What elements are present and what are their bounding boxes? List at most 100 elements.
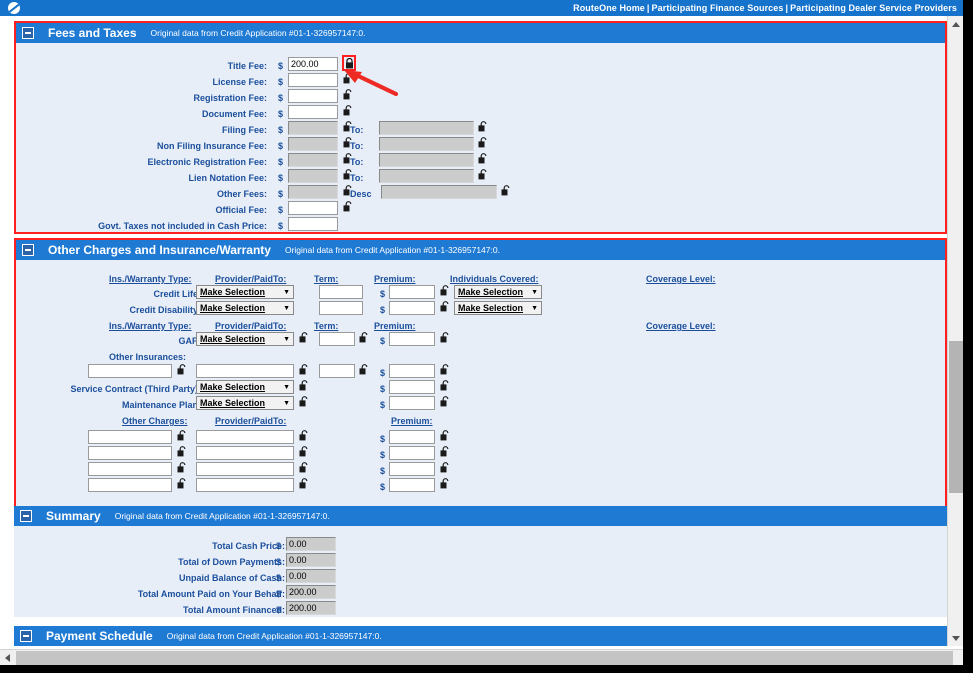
input-other-charge-premium-4[interactable] <box>389 478 435 492</box>
collapse-toggle-payment-schedule[interactable] <box>20 630 32 642</box>
select-credit-life-provider[interactable]: Make Selection ▼ <box>196 285 294 299</box>
lock-toggle-other-charge-name-1[interactable] <box>177 430 186 441</box>
lock-toggle-other-charge-premium-4[interactable] <box>440 478 449 489</box>
select-credit-life-individuals[interactable]: Make Selection ▼ <box>454 285 542 299</box>
lock-toggle-other-insurance-name[interactable] <box>177 364 186 375</box>
collapse-toggle-other-charges[interactable] <box>22 244 34 256</box>
input-registration-fee[interactable] <box>288 89 338 103</box>
lock-toggle-maintenance-plan-provider[interactable] <box>299 396 308 407</box>
lock-toggle-maintenance-plan-premium[interactable] <box>440 396 449 407</box>
select-gap-provider[interactable]: Make Selection ▼ <box>196 332 294 346</box>
input-credit-life-premium[interactable] <box>389 285 435 299</box>
lock-toggle-other-charge-name-4[interactable] <box>177 478 186 489</box>
collapse-toggle-summary[interactable] <box>20 510 32 522</box>
lock-toggle-other-charge-provider-3[interactable] <box>299 462 308 473</box>
input-other-charge-premium-3[interactable] <box>389 462 435 476</box>
input-other-fees[interactable] <box>288 185 338 199</box>
lock-toggle-non-filing-insurance-fee-to[interactable] <box>478 137 487 148</box>
input-electronic-registration-fee[interactable] <box>288 153 338 167</box>
lock-toggle-other-charge-premium-3[interactable] <box>440 462 449 473</box>
input-other-insurance-provider[interactable] <box>196 364 294 378</box>
scroll-left-button[interactable] <box>0 650 14 666</box>
lock-toggle-gap-provider[interactable] <box>299 332 308 343</box>
input-credit-life-term[interactable] <box>319 285 363 299</box>
input-other-charge-provider-1[interactable] <box>196 430 294 444</box>
collapse-toggle-fees-and-taxes[interactable] <box>22 27 34 39</box>
input-other-charge-premium-2[interactable] <box>389 446 435 460</box>
input-non-filing-insurance-fee[interactable] <box>288 137 338 151</box>
vertical-scrollbar[interactable] <box>947 16 963 646</box>
vertical-scroll-thumb[interactable] <box>949 341 963 493</box>
input-official-fee[interactable] <box>288 201 338 215</box>
input-non-filing-insurance-fee-to[interactable] <box>379 137 474 151</box>
input-other-insurance-name[interactable] <box>88 364 172 378</box>
input-other-insurance-premium[interactable] <box>389 364 435 378</box>
lock-toggle-electronic-registration-fee-to[interactable] <box>478 153 487 164</box>
lock-toggle-other-charge-provider-4[interactable] <box>299 478 308 489</box>
input-electronic-registration-fee-to[interactable] <box>379 153 474 167</box>
lock-toggle-document-fee[interactable] <box>343 105 352 116</box>
lock-toggle-other-charge-provider-2[interactable] <box>299 446 308 457</box>
lock-toggle-title-fee[interactable] <box>342 55 356 71</box>
select-credit-disability-individuals[interactable]: Make Selection ▼ <box>454 301 542 315</box>
input-other-fees-desc[interactable] <box>381 185 497 199</box>
input-credit-disability-term[interactable] <box>319 301 363 315</box>
lock-toggle-other-insurance-premium[interactable] <box>440 364 449 375</box>
input-filing-fee[interactable] <box>288 121 338 135</box>
input-service-contract-premium[interactable] <box>389 380 435 394</box>
input-other-insurance-term[interactable] <box>319 364 355 378</box>
input-license-fee[interactable] <box>288 73 338 87</box>
lock-toggle-registration-fee[interactable] <box>343 89 352 100</box>
lock-toggle-official-fee[interactable] <box>343 201 352 212</box>
lock-toggle-other-fees-desc[interactable] <box>501 185 510 196</box>
scroll-down-button[interactable] <box>948 630 964 646</box>
lock-toggle-gap-premium[interactable] <box>440 332 449 343</box>
lock-toggle-credit-life-premium[interactable] <box>440 285 449 296</box>
input-unpaid-balance-of-cash[interactable] <box>286 569 336 583</box>
lock-toggle-service-contract-premium[interactable] <box>440 380 449 391</box>
input-other-charge-provider-2[interactable] <box>196 446 294 460</box>
input-credit-disability-premium[interactable] <box>389 301 435 315</box>
input-govt-taxes[interactable] <box>288 217 338 231</box>
lock-toggle-service-contract-provider[interactable] <box>299 380 308 391</box>
input-gap-term[interactable] <box>319 332 355 346</box>
select-maintenance-plan-provider[interactable]: Make Selection ▼ <box>196 396 294 410</box>
input-other-charge-name-1[interactable] <box>88 430 172 444</box>
select-credit-disability-provider[interactable]: Make Selection ▼ <box>196 301 294 315</box>
input-total-amount-financed[interactable] <box>286 601 336 615</box>
nav-link-participating-dealer-service-providers[interactable]: Participating Dealer Service Providers <box>790 3 957 13</box>
input-total-amount-paid-on-your-behalf[interactable] <box>286 585 336 599</box>
horizontal-scrollbar[interactable] <box>0 649 973 665</box>
input-other-charge-name-3[interactable] <box>88 462 172 476</box>
lock-toggle-other-charge-premium-2[interactable] <box>440 446 449 457</box>
input-lien-notation-fee-to[interactable] <box>379 169 474 183</box>
lock-toggle-credit-disability-premium[interactable] <box>440 301 449 312</box>
input-maintenance-plan-premium[interactable] <box>389 396 435 410</box>
lock-toggle-other-charge-name-3[interactable] <box>177 462 186 473</box>
lock-toggle-license-fee[interactable] <box>343 73 352 84</box>
lock-toggle-other-charge-premium-1[interactable] <box>440 430 449 441</box>
input-other-charge-premium-1[interactable] <box>389 430 435 444</box>
input-other-charge-provider-3[interactable] <box>196 462 294 476</box>
scroll-up-button[interactable] <box>948 16 964 32</box>
lock-toggle-gap-term[interactable] <box>359 332 368 343</box>
input-total-down-payments[interactable] <box>286 553 336 567</box>
input-other-charge-name-2[interactable] <box>88 446 172 460</box>
input-document-fee[interactable] <box>288 105 338 119</box>
nav-link-routeone-home[interactable]: RouteOne Home <box>573 3 645 13</box>
input-filing-fee-to[interactable] <box>379 121 474 135</box>
lock-toggle-other-insurance-term[interactable] <box>359 364 368 375</box>
lock-toggle-other-insurance-provider[interactable] <box>299 364 308 375</box>
lock-toggle-other-charge-provider-1[interactable] <box>299 430 308 441</box>
input-lien-notation-fee[interactable] <box>288 169 338 183</box>
input-other-charge-provider-4[interactable] <box>196 478 294 492</box>
lock-toggle-lien-notation-fee-to[interactable] <box>478 169 487 180</box>
horizontal-scroll-thumb[interactable] <box>16 651 953 665</box>
nav-link-participating-finance-sources[interactable]: Participating Finance Sources <box>652 3 784 13</box>
lock-toggle-other-charge-name-2[interactable] <box>177 446 186 457</box>
input-total-cash-price[interactable] <box>286 537 336 551</box>
select-service-contract-provider[interactable]: Make Selection ▼ <box>196 380 294 394</box>
input-other-charge-name-4[interactable] <box>88 478 172 492</box>
input-gap-premium[interactable] <box>389 332 435 346</box>
input-title-fee[interactable] <box>288 57 338 71</box>
